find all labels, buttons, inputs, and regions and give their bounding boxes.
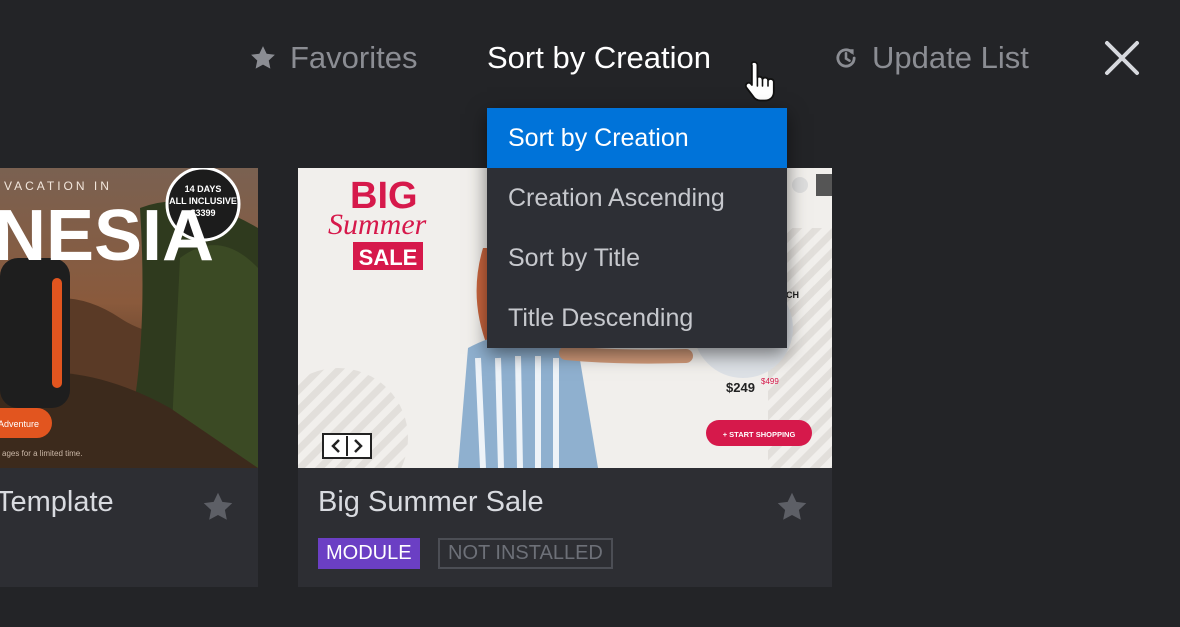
sort-option-creation[interactable]: Sort by Creation [487, 108, 787, 168]
star-icon [774, 489, 810, 525]
close-icon [1102, 38, 1142, 78]
thumb-price: $249 [726, 380, 755, 395]
update-list-label: Update List [872, 40, 1029, 75]
thumb-headline: NESIA [0, 196, 214, 276]
update-list-button[interactable]: Update List [832, 36, 1029, 80]
thumb-line3: SALE [359, 245, 418, 270]
close-button[interactable] [1102, 38, 1142, 78]
card-title: Template [0, 486, 114, 518]
sort-option-creation-ascending[interactable]: Creation Ascending [487, 168, 787, 228]
refresh-icon [832, 44, 872, 72]
favorites-label: Favorites [290, 40, 418, 75]
favorites-button[interactable]: Favorites [248, 36, 417, 80]
sort-option-title-descending[interactable]: Title Descending [487, 288, 787, 348]
module-badge: MODULE [318, 538, 420, 569]
thumb-badge-line1: 14 DAYS [185, 184, 222, 194]
star-icon [200, 489, 236, 525]
thumb-footnote: ages for a limited time. [2, 449, 82, 458]
sort-dropdown-menu: Sort by Creation Creation Ascending Sort… [487, 108, 787, 348]
install-status-badge: NOT INSTALLED [438, 538, 613, 569]
thumb-shop-button: + START SHOPPING [723, 430, 796, 439]
sort-option-title[interactable]: Sort by Title [487, 228, 787, 288]
thumb-side-text: CH [786, 290, 799, 300]
thumb-kicker: VACATION IN [4, 179, 112, 193]
thumb-button: Adventure [0, 419, 39, 429]
sort-label: Sort by Creation [487, 40, 711, 75]
thumb-old-price: $499 [761, 377, 779, 386]
star-icon [248, 43, 290, 73]
card-thumbnail: 14 DAYS ALL INCLUSIVE $3399 VACATION IN … [0, 168, 258, 468]
sort-dropdown-toggle[interactable]: Sort by Creation [487, 36, 711, 80]
card-title: Big Summer Sale [318, 486, 544, 518]
favorite-star-button[interactable] [200, 489, 236, 525]
template-card[interactable]: 14 DAYS ALL INCLUSIVE $3399 VACATION IN … [0, 168, 258, 587]
thumb-line2: Summer [328, 208, 427, 241]
favorite-star-button[interactable] [774, 489, 810, 525]
hand-cursor-icon [740, 58, 786, 104]
template-library: Favorites Sort by Creation Update List S… [0, 0, 1180, 627]
